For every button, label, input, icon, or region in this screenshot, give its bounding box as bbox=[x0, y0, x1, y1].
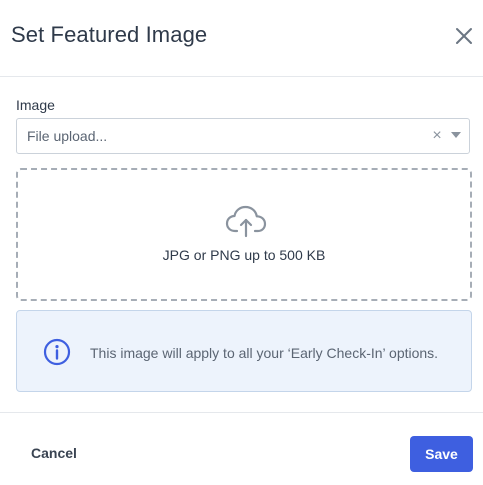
save-button[interactable]: Save bbox=[410, 436, 473, 472]
dialog-header: Set Featured Image bbox=[0, 0, 483, 77]
image-source-value: File upload... bbox=[27, 128, 108, 144]
dialog-footer: Cancel Save bbox=[0, 412, 483, 485]
clear-selection-icon[interactable]: × bbox=[430, 126, 444, 146]
dropzone-hint: JPG or PNG up to 500 KB bbox=[162, 247, 326, 263]
close-icon[interactable] bbox=[454, 26, 474, 46]
set-featured-image-dialog: Set Featured Image Image File upload... … bbox=[0, 0, 483, 484]
dialog-title: Set Featured Image bbox=[11, 22, 208, 47]
info-message: This image will apply to all your ‘Early… bbox=[90, 345, 439, 361]
chevron-down-icon[interactable] bbox=[451, 132, 461, 138]
image-field-label: Image bbox=[16, 97, 55, 113]
info-icon bbox=[43, 338, 71, 366]
info-banner: This image will apply to all your ‘Early… bbox=[16, 310, 472, 392]
cancel-button[interactable]: Cancel bbox=[31, 445, 77, 461]
image-source-select[interactable]: File upload... × bbox=[16, 118, 470, 154]
cloud-upload-icon bbox=[225, 204, 267, 238]
file-dropzone[interactable]: JPG or PNG up to 500 KB bbox=[16, 168, 472, 301]
